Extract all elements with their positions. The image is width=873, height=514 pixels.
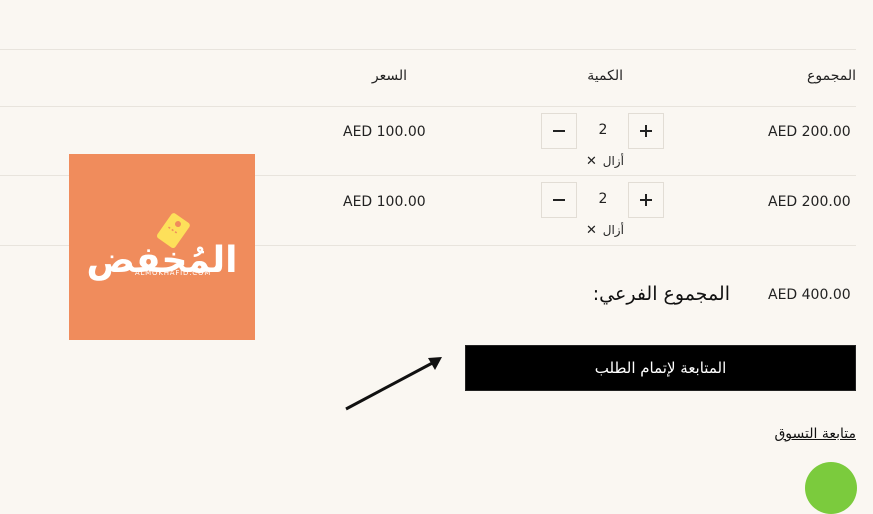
remove-item-link[interactable]: أزال ✕ — [586, 154, 624, 169]
quantity-value[interactable]: 2 — [593, 122, 613, 138]
proceed-to-checkout-button[interactable]: المتابعة لإتمام الطلب — [465, 345, 856, 391]
header-quantity: الكمية — [587, 68, 623, 84]
remove-item-link[interactable]: أزال ✕ — [586, 223, 624, 238]
arrow-icon — [345, 357, 442, 411]
minus-icon — [553, 199, 565, 201]
increase-quantity-button[interactable] — [628, 113, 664, 149]
increase-quantity-button[interactable] — [628, 182, 664, 218]
subtotal-label: المجموع الفرعي: — [592, 283, 730, 305]
minus-icon — [553, 130, 565, 132]
svg-text:ALMOKHAFID.COM: ALMOKHAFID.COM — [135, 269, 211, 277]
plus-icon — [640, 194, 652, 206]
table-top-border — [0, 49, 856, 50]
subtotal-value: AED 400.00 — [768, 287, 851, 303]
row-total: AED 200.00 — [768, 194, 851, 210]
remove-label: أزال — [602, 154, 624, 168]
header-price: السعر — [371, 68, 407, 84]
row-price: AED 100.00 — [343, 194, 426, 210]
row-price: AED 100.00 — [343, 124, 426, 140]
close-icon: ✕ — [586, 223, 597, 238]
plus-icon — [640, 125, 652, 137]
chat-bubble-icon[interactable] — [805, 462, 857, 514]
quantity-value[interactable]: 2 — [593, 191, 613, 207]
almokhafid-logo: المُخفض ALMOKHAFID.COM — [87, 213, 237, 281]
decrease-quantity-button[interactable] — [541, 182, 577, 218]
close-icon: ✕ — [586, 154, 597, 169]
decrease-quantity-button[interactable] — [541, 113, 577, 149]
remove-label: أزال — [602, 223, 624, 237]
table-header-divider — [0, 106, 856, 107]
product-image[interactable]: المُخفض ALMOKHAFID.COM — [69, 154, 255, 340]
continue-shopping-link[interactable]: متابعة التسوق — [774, 426, 856, 442]
row-total: AED 200.00 — [768, 124, 851, 140]
header-total: المجموع — [807, 68, 856, 84]
